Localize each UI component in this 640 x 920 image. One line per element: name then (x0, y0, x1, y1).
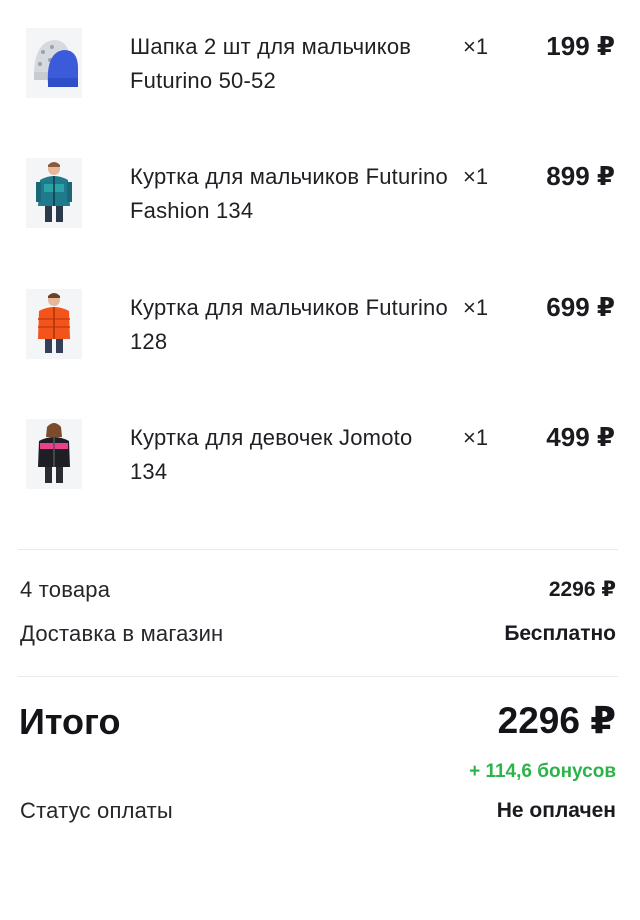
item-title[interactable]: Куртка для мальчиков Futurino Fashion 13… (130, 160, 450, 228)
item-price: 899 ₽ (546, 161, 615, 191)
order-item[interactable]: Куртка для мальчиков Futurino 128 ×1 699… (0, 261, 640, 361)
total-label: Итого (19, 701, 121, 742)
bonus-points: + 114,6 бонусов (469, 761, 616, 782)
order-item[interactable]: Куртка для мальчиков Futurino Fashion 13… (0, 130, 640, 230)
item-price: 699 ₽ (546, 292, 615, 322)
items-sum-value: 2296 ₽ (548, 578, 616, 601)
order-item[interactable]: Шапка 2 шт для мальчиков Futurino 50-52 … (0, 0, 640, 100)
boy-jacket-icon (26, 158, 82, 228)
item-quantity: ×1 (463, 295, 489, 320)
delivery-value: Бесплатно (504, 622, 616, 645)
jacket-product-image[interactable] (26, 158, 82, 228)
hat-icon (26, 28, 82, 98)
girl-jacket-icon (26, 419, 82, 489)
item-quantity: ×1 (463, 164, 489, 189)
divider (18, 676, 618, 677)
item-title[interactable]: Куртка для мальчиков Futurino 128 (130, 291, 450, 359)
divider (18, 549, 618, 550)
item-price: 499 ₽ (546, 422, 615, 452)
item-title[interactable]: Куртка для девочек Jomoto 134 (130, 421, 450, 489)
payment-status-label: Статус оплаты (20, 798, 173, 823)
item-price: 199 ₽ (546, 31, 615, 61)
payment-status-value: Не оплачен (496, 799, 616, 822)
item-title[interactable]: Шапка 2 шт для мальчиков Futurino 50-52 (130, 30, 450, 98)
item-quantity: ×1 (463, 34, 489, 59)
jacket-product-image[interactable] (26, 289, 82, 359)
order-item[interactable]: Куртка для девочек Jomoto 134 ×1 499 ₽ (0, 391, 640, 491)
item-quantity: ×1 (463, 425, 489, 450)
hat-product-image[interactable] (26, 28, 82, 98)
jacket-product-image[interactable] (26, 419, 82, 489)
delivery-label: Доставка в магазин (20, 621, 224, 646)
items-count-label: 4 товара (20, 577, 111, 602)
boy-jacket-icon (26, 289, 82, 359)
total-value: 2296 ₽ (497, 700, 616, 741)
